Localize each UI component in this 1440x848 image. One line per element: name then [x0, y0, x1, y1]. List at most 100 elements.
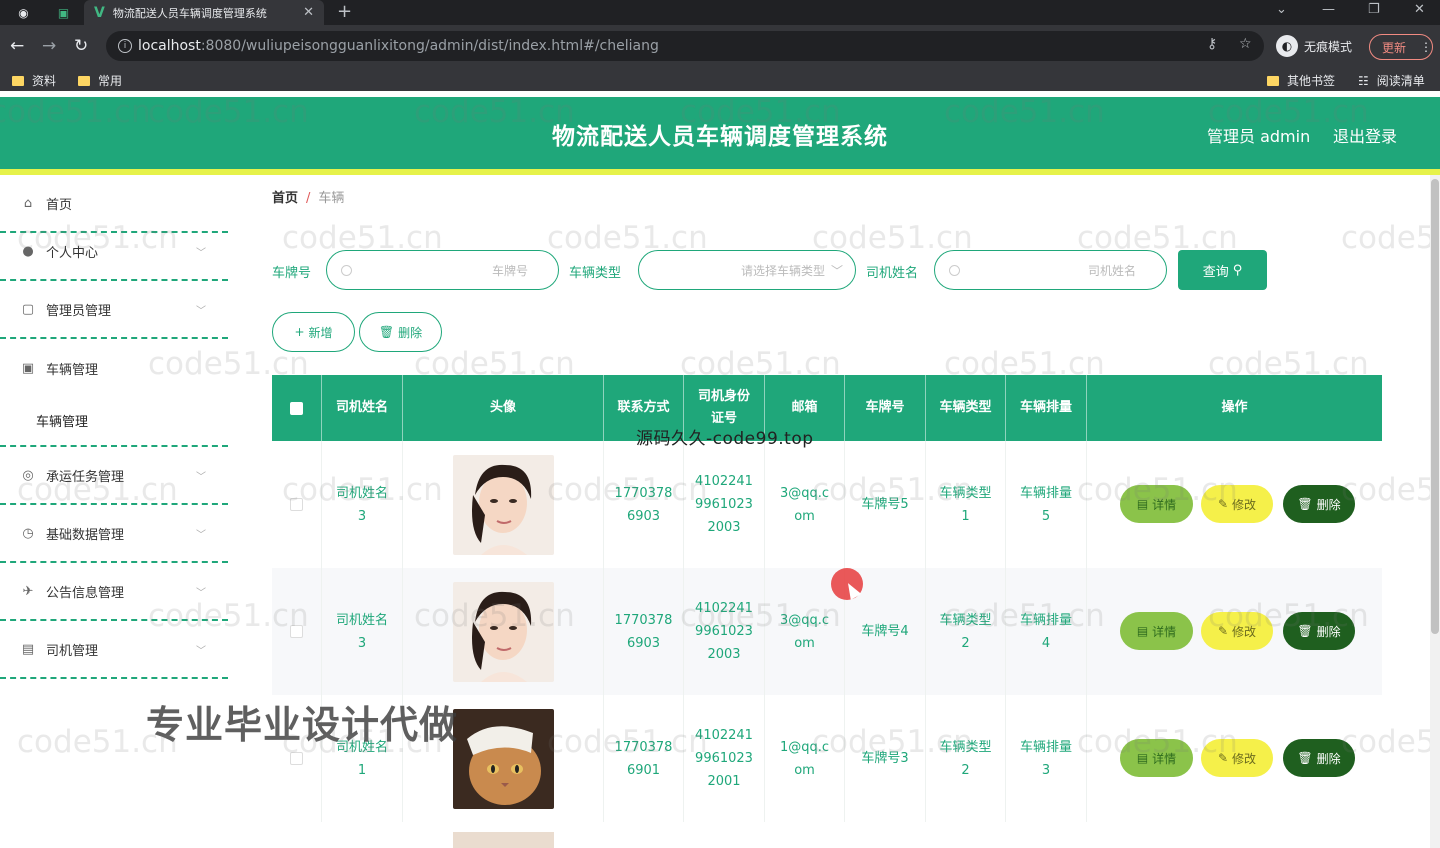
- cell-line: 车辆类型: [939, 739, 992, 755]
- search-icon: [949, 264, 960, 276]
- column-header: 车辆排量: [1006, 375, 1087, 441]
- cell-line: 5: [1041, 508, 1051, 524]
- update-label: 更新: [1382, 40, 1407, 55]
- sidebar-subitem-vehicles[interactable]: 车辆管理: [0, 395, 228, 447]
- new-tab-icon[interactable]: +: [337, 1, 352, 22]
- sidebar-item-profile[interactable]: ● 个人中心 ﹀: [0, 223, 228, 281]
- driver-filter-label: 司机姓名: [866, 266, 919, 281]
- search-icon: ⚲: [1232, 262, 1243, 278]
- batch-delete-button[interactable]: 🗑 删除: [359, 312, 442, 352]
- edit-label: 修改: [1232, 497, 1257, 512]
- info-icon[interactable]: i: [118, 39, 132, 53]
- detail-button[interactable]: ▤ 详情: [1120, 739, 1193, 777]
- folder-icon: [12, 75, 24, 86]
- folder-icon: [1267, 75, 1279, 86]
- scrollbar-thumb[interactable]: [1431, 179, 1439, 634]
- page-scrollbar[interactable]: [1430, 175, 1440, 848]
- edit-button[interactable]: ✎ 修改: [1201, 612, 1273, 650]
- document-icon: ▤: [1136, 497, 1149, 511]
- type-cell: 车辆类型 1: [926, 441, 1006, 568]
- pencil-icon: ✎: [1217, 751, 1229, 765]
- browser-tab[interactable]: V 物流配送人员车辆调度管理系统 ✕: [84, 0, 324, 25]
- cell-line: 1: [357, 762, 367, 778]
- sidebar-item-tasks[interactable]: ◎ 承运任务管理 ﹀: [0, 447, 228, 505]
- delete-button[interactable]: 🗑 删除: [1283, 485, 1355, 523]
- woman-portrait-image: [452, 581, 554, 682]
- more-menu-icon[interactable]: ⋮: [1420, 40, 1432, 54]
- url-host: localhost: [138, 38, 201, 54]
- plate-search-input[interactable]: 车牌号: [326, 250, 559, 290]
- sidebar-item-basic-data[interactable]: ◷ 基础数据管理 ﹀: [0, 505, 228, 563]
- add-button[interactable]: + 新增: [272, 312, 355, 352]
- app-header: 物流配送人员车辆调度管理系统 管理员 admin 退出登录: [0, 97, 1440, 175]
- update-button[interactable]: 更新 ⋮: [1369, 34, 1433, 60]
- delete-label: 删除: [1316, 497, 1341, 512]
- row-checkbox[interactable]: [272, 568, 322, 695]
- window-close-icon[interactable]: ✕: [1414, 2, 1425, 17]
- reload-icon[interactable]: ↻: [74, 36, 88, 56]
- browser-menu-icon[interactable]: ◉: [15, 4, 32, 21]
- search-button[interactable]: 查询 ⚲: [1178, 250, 1267, 290]
- edit-button[interactable]: ✎ 修改: [1201, 739, 1273, 777]
- close-icon[interactable]: ✕: [303, 5, 314, 20]
- bookmark-label: 常用: [98, 74, 123, 88]
- bookmark-label: 其他书签: [1287, 74, 1336, 88]
- edit-button[interactable]: ✎ 修改: [1201, 485, 1273, 523]
- driver-name-cell: 司机姓名 3: [322, 441, 403, 568]
- key-icon[interactable]: ⚷: [1207, 36, 1217, 52]
- bookmark-label: 阅读清单: [1376, 74, 1425, 88]
- forward-icon[interactable]: →: [42, 36, 56, 56]
- logout-link[interactable]: 退出登录: [1333, 123, 1397, 147]
- detail-button[interactable]: ▤ 详情: [1120, 612, 1193, 650]
- address-toolbar: ← → ↻ i localhost :8080/wuliupeisongguan…: [0, 25, 1440, 68]
- cell-line: om: [794, 635, 815, 651]
- minimize-icon[interactable]: —: [1322, 2, 1335, 17]
- driver-placeholder: 司机姓名: [1087, 263, 1136, 278]
- sidebar-item-label: 承运任务管理: [46, 469, 125, 485]
- sidebar-item-vehicles[interactable]: ▣ 车辆管理: [0, 339, 228, 397]
- restore-icon[interactable]: ❐: [1368, 2, 1380, 17]
- search-icon: [341, 264, 352, 276]
- reading-list[interactable]: ☷ 阅读清单: [1358, 72, 1425, 89]
- edit-label: 修改: [1232, 624, 1257, 639]
- star-icon[interactable]: ☆: [1239, 36, 1252, 52]
- ad-overlay-text: 专业毕业设计代做: [146, 703, 459, 747]
- bookmark-folder[interactable]: 常用: [78, 72, 122, 89]
- trash-icon: 🗑: [1297, 624, 1313, 638]
- chevron-down-icon[interactable]: ⌄: [1276, 2, 1287, 17]
- sidebar-item-label: 基础数据管理: [46, 527, 125, 543]
- trash-icon: 🗑: [378, 325, 395, 339]
- incognito-indicator[interactable]: ◐ 无痕模式: [1276, 35, 1352, 57]
- app-shortcut-icon[interactable]: ▣: [55, 4, 72, 21]
- cell-line: 3: [357, 635, 367, 651]
- cat-photo-image: [452, 708, 554, 809]
- bookmark-folder[interactable]: 资料: [12, 72, 56, 89]
- sidebar-item-drivers[interactable]: ▤ 司机管理 ﹀: [0, 621, 228, 679]
- cell-line: 司机姓名: [335, 612, 388, 628]
- cell-line: 4102241: [695, 474, 753, 489]
- type-cell: 车辆类型 2: [926, 695, 1006, 822]
- sidebar-item-label: 司机管理: [46, 643, 99, 659]
- admin-label: 管理员 admin: [1207, 127, 1311, 146]
- delete-button[interactable]: 🗑 删除: [1283, 612, 1355, 650]
- delete-label: 删除: [1316, 751, 1341, 766]
- select-all-checkbox[interactable]: [272, 375, 322, 441]
- cell-line: 1: [961, 508, 970, 524]
- sidebar-item-label: 个人中心: [46, 245, 99, 261]
- detail-button[interactable]: ▤ 详情: [1120, 485, 1193, 523]
- driver-search-input[interactable]: 司机姓名: [934, 250, 1167, 290]
- detail-label: 详情: [1152, 751, 1177, 766]
- sidebar-item-admins[interactable]: ▢ 管理员管理 ﹀: [0, 281, 228, 339]
- idcard-cell: 4102241 9961023 2001: [684, 695, 765, 822]
- bookmark-folder[interactable]: 其他书签: [1267, 72, 1335, 89]
- back-icon[interactable]: ←: [10, 36, 24, 56]
- vehicle-type-select[interactable]: 请选择车辆类型 ﹀: [638, 250, 856, 290]
- row-checkbox[interactable]: [272, 441, 322, 568]
- url-bar[interactable]: i localhost :8080/wuliupeisongguanlixito…: [106, 31, 1264, 61]
- avatar: [453, 832, 554, 848]
- delete-label: 删除: [1316, 624, 1341, 639]
- delete-button[interactable]: 🗑 删除: [1283, 739, 1355, 777]
- breadcrumb-home[interactable]: 首页: [272, 191, 298, 206]
- sidebar-item-notices[interactable]: ✈ 公告信息管理 ﹀: [0, 563, 228, 621]
- table-row: [272, 822, 1382, 848]
